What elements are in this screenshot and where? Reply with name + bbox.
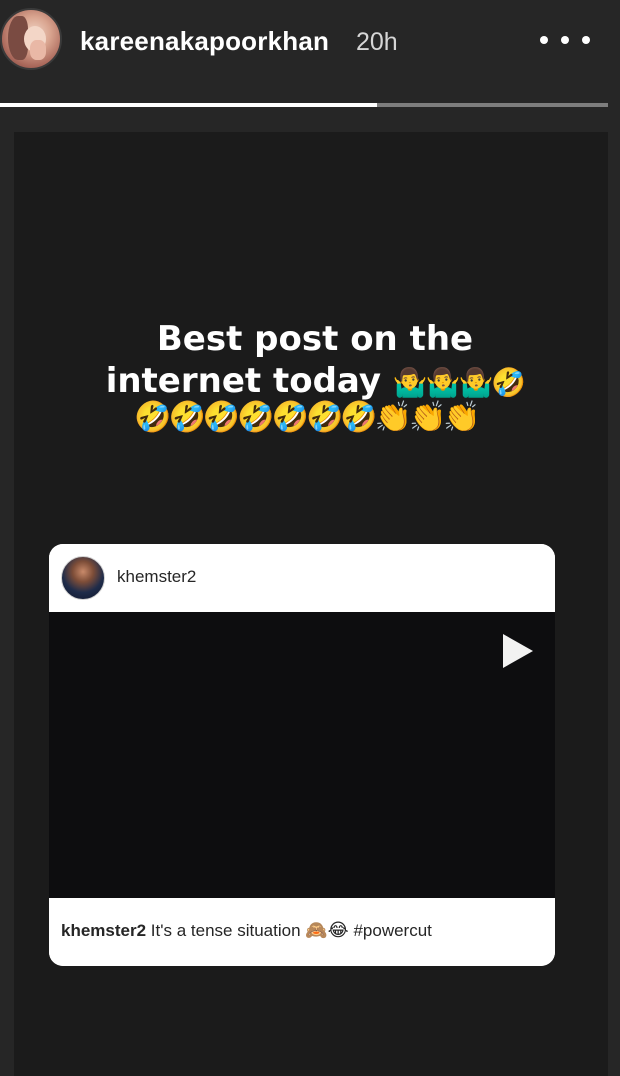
post-caption-text: It's a tense situation [150,921,301,940]
story-progress-fill [0,103,377,107]
story-timestamp: 20h [356,28,398,56]
post-footer: khemster2 It's a tense situation 🙈😂 #pow… [49,898,555,966]
post-caption-hashtag[interactable]: #powercut [353,921,431,940]
story-header: kareenakapoorkhan 20h [0,0,620,90]
play-icon[interactable] [503,634,533,668]
shared-post-card[interactable]: khemster2 khemster2 It's a tense situati… [49,544,555,966]
caption-line-2: internet today 🤷‍♂️🤷‍♂️🤷‍♂️🤣 [60,360,570,402]
post-caption: khemster2 It's a tense situation 🙈😂 #pow… [61,920,432,941]
story-username[interactable]: kareenakapoorkhan [80,26,329,57]
post-avatar[interactable] [61,556,105,600]
caption-emoji-row: 🤣🤣🤣🤣🤣🤣🤣👏👏👏 [134,401,481,434]
more-options-button[interactable] [540,24,590,56]
story-progress-bar [0,103,608,107]
post-caption-username[interactable]: khemster2 [61,921,146,940]
avatar-hand-shape [30,40,46,60]
story-caption: Best post on the internet today 🤷‍♂️🤷‍♂️… [60,318,570,402]
post-username[interactable]: khemster2 [117,567,196,587]
caption-line-1: Best post on the [156,319,474,359]
more-horizontal-icon [540,36,548,44]
post-header: khemster2 [49,544,555,610]
post-caption-emoji: 🙈😂 [305,920,349,940]
caption-line-2-text: internet today [105,361,381,401]
avatar[interactable] [0,8,62,70]
post-video[interactable] [49,612,555,942]
caption-line-2-emoji: 🤷‍♂️🤷‍♂️🤷‍♂️🤣 [392,365,526,399]
more-horizontal-icon [582,36,590,44]
more-horizontal-icon [561,36,569,44]
